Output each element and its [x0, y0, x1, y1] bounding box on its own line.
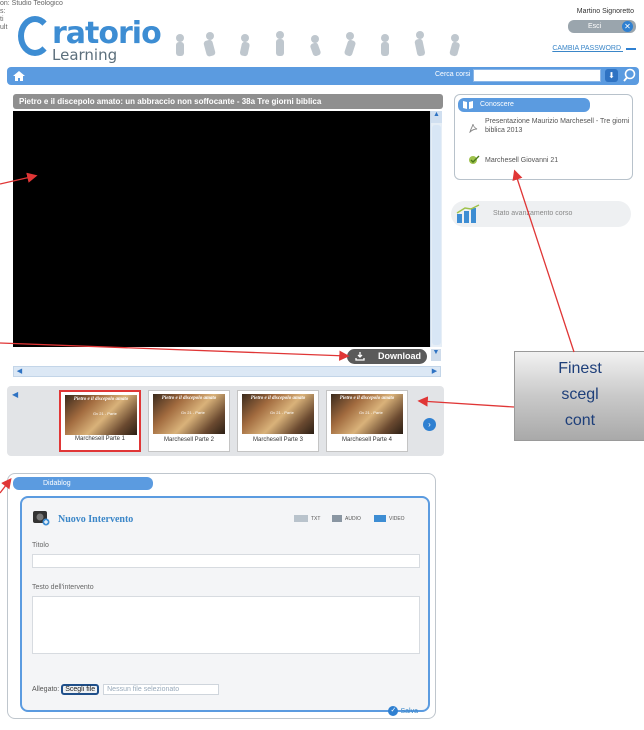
- carousel-item[interactable]: Pietro e il discepolo amato Gv 21 - Part…: [326, 390, 408, 452]
- corner-line: s:: [0, 8, 6, 15]
- book-icon: [463, 101, 473, 109]
- carousel-item-caption: Marchesell Parte 2: [163, 437, 215, 443]
- resource-link-giovanni[interactable]: Marchesell Giovanni 21: [485, 157, 558, 164]
- choose-file-button[interactable]: Scegli file: [61, 684, 100, 695]
- document-check-icon: [469, 155, 480, 164]
- save-button[interactable]: ✓ Salva: [388, 706, 418, 716]
- thumbnail-title: Pietro e il discepolo amato: [161, 396, 217, 401]
- conoscere-title: Conoscere: [480, 101, 514, 108]
- change-password-link[interactable]: CAMBIA PASSWORD: [552, 44, 636, 52]
- file-status: Nessun file selezionato: [103, 684, 220, 695]
- save-label: Salva: [400, 707, 418, 715]
- txt-option[interactable]: TXT: [294, 515, 320, 522]
- chevron-left-icon[interactable]: ◀: [14, 367, 25, 376]
- pdf-icon: [469, 123, 478, 133]
- title-input[interactable]: [32, 554, 420, 568]
- progress-chart-icon: [456, 204, 480, 223]
- video-parts-carousel: ◀ Pietro e il discepolo amato Gv 21 - Pa…: [7, 386, 444, 456]
- thumbnail-title: Pietro e il discepolo amato: [250, 396, 306, 401]
- people-silhouettes-decoration: [176, 31, 460, 57]
- corner-line: on: Studio Teologico: [0, 0, 63, 7]
- logout-label: Esci: [588, 23, 602, 30]
- download-button[interactable]: Download: [347, 349, 427, 364]
- video-camera-icon: [374, 515, 386, 522]
- close-icon: ✕: [622, 21, 633, 32]
- download-icon: [355, 352, 365, 361]
- carousel-item[interactable]: Pietro e il discepolo amato Gv 21 - Part…: [237, 390, 319, 452]
- speaker-icon: [332, 515, 342, 522]
- conoscere-header: Conoscere: [458, 98, 590, 112]
- scrollbar-thumb[interactable]: [432, 125, 441, 345]
- chevron-right-icon[interactable]: ▶: [429, 367, 440, 376]
- video-option[interactable]: VIDEO: [374, 515, 405, 522]
- thumbnail-title: Pietro e il discepolo amato: [339, 396, 395, 401]
- chevron-up-icon[interactable]: ▲: [431, 111, 442, 123]
- conoscere-panel: Conoscere Presentazione Maurizio Marches…: [454, 94, 633, 180]
- didablog-tab[interactable]: Didablog: [13, 477, 153, 490]
- key-icon: [626, 44, 636, 50]
- didablog-section: Didablog Nuovo Intervento TXT AUDIO VIDE…: [7, 473, 436, 719]
- search-icon[interactable]: [622, 68, 637, 83]
- resource-link-presentation[interactable]: Presentazione Maurizio Marchesell - Tre …: [485, 117, 630, 135]
- course-search-input[interactable]: [473, 69, 601, 82]
- search-label: Cerca corsi: [435, 71, 471, 78]
- carousel-item[interactable]: Pietro e il discepolo amato Gv 21 - Part…: [59, 390, 141, 452]
- thumbnail-subtitle: Gv 21 - Parte: [93, 411, 117, 416]
- check-icon: ✓: [388, 706, 399, 716]
- thumbnail-image: Pietro e il discepolo amato Gv 21 - Part…: [331, 394, 403, 434]
- logo-o-mark: [18, 16, 52, 56]
- chevron-left-icon[interactable]: ◀: [12, 390, 22, 400]
- audio-label: AUDIO: [345, 515, 361, 522]
- arrow-to-resources: [512, 169, 575, 353]
- carousel-item[interactable]: Pietro e il discepolo amato Gv 21 - Part…: [148, 390, 230, 452]
- user-name: Martino Signoretto: [576, 8, 634, 15]
- thumbnail-title: Pietro e il discepolo amato: [73, 397, 129, 402]
- download-label: Download: [378, 351, 421, 361]
- txt-label: TXT: [311, 515, 321, 522]
- new-post-form: Nuovo Intervento TXT AUDIO VIDEO Titolo …: [20, 496, 430, 716]
- main-navbar: Cerca corsi ⬇: [7, 67, 639, 85]
- chevron-down-icon[interactable]: ⬇: [605, 69, 618, 82]
- home-icon[interactable]: [12, 69, 26, 83]
- title-label: Titolo: [32, 542, 49, 549]
- thumbnail-image: Pietro e il discepolo amato Gv 21 - Part…: [242, 394, 314, 434]
- keyboard-icon: [294, 515, 308, 522]
- thumbnail-image: Pietro e il discepolo amato Gv 21 - Part…: [153, 394, 225, 434]
- callout-line: scegl: [561, 386, 599, 403]
- progress-label: Stato avanzamento corso: [493, 210, 573, 217]
- body-label: Testo dell'intervento: [32, 584, 94, 591]
- video-vertical-scrollbar[interactable]: ▲: [430, 111, 442, 347]
- carousel-item-caption: Marchesell Parte 3: [252, 437, 304, 443]
- thumbnail-subtitle: Gv 21 - Parte: [270, 410, 294, 415]
- callout-line: cont: [564, 412, 596, 429]
- video-player[interactable]: [13, 111, 441, 347]
- thumbnail-subtitle: Gv 21 - Parte: [359, 410, 383, 415]
- chevron-down-icon[interactable]: ▼: [431, 349, 441, 361]
- camera-icon: [33, 511, 50, 526]
- attachment-row: Allegato: Scegli file Nessun file selezi…: [32, 684, 220, 695]
- new-post-title: Nuovo Intervento: [58, 514, 134, 525]
- attachment-label: Allegato:: [32, 686, 60, 693]
- callout-line: Finest: [558, 360, 602, 377]
- video-title: Pietro e il discepolo amato: un abbracci…: [13, 94, 443, 109]
- course-progress-link[interactable]: Stato avanzamento corso: [451, 201, 631, 227]
- video-horizontal-scrollbar[interactable]: ◀ ▶: [13, 366, 441, 377]
- carousel-item-caption: Marchesell Parte 1: [74, 436, 126, 442]
- change-password-label: CAMBIA PASSWORD: [552, 45, 622, 52]
- thumbnail-image: Pietro e il discepolo amato Gv 21 - Part…: [65, 395, 137, 435]
- logout-button[interactable]: Esci ✕: [568, 20, 636, 33]
- annotation-callout: Finest scegl cont: [514, 351, 644, 441]
- video-label: VIDEO: [389, 515, 405, 522]
- chevron-right-icon[interactable]: ›: [423, 418, 436, 431]
- carousel-item-caption: Marchesell Parte 4: [341, 437, 393, 443]
- body-textarea[interactable]: [32, 596, 420, 654]
- thumbnail-subtitle: Gv 21 - Parte: [181, 410, 205, 415]
- audio-option[interactable]: AUDIO: [332, 515, 361, 522]
